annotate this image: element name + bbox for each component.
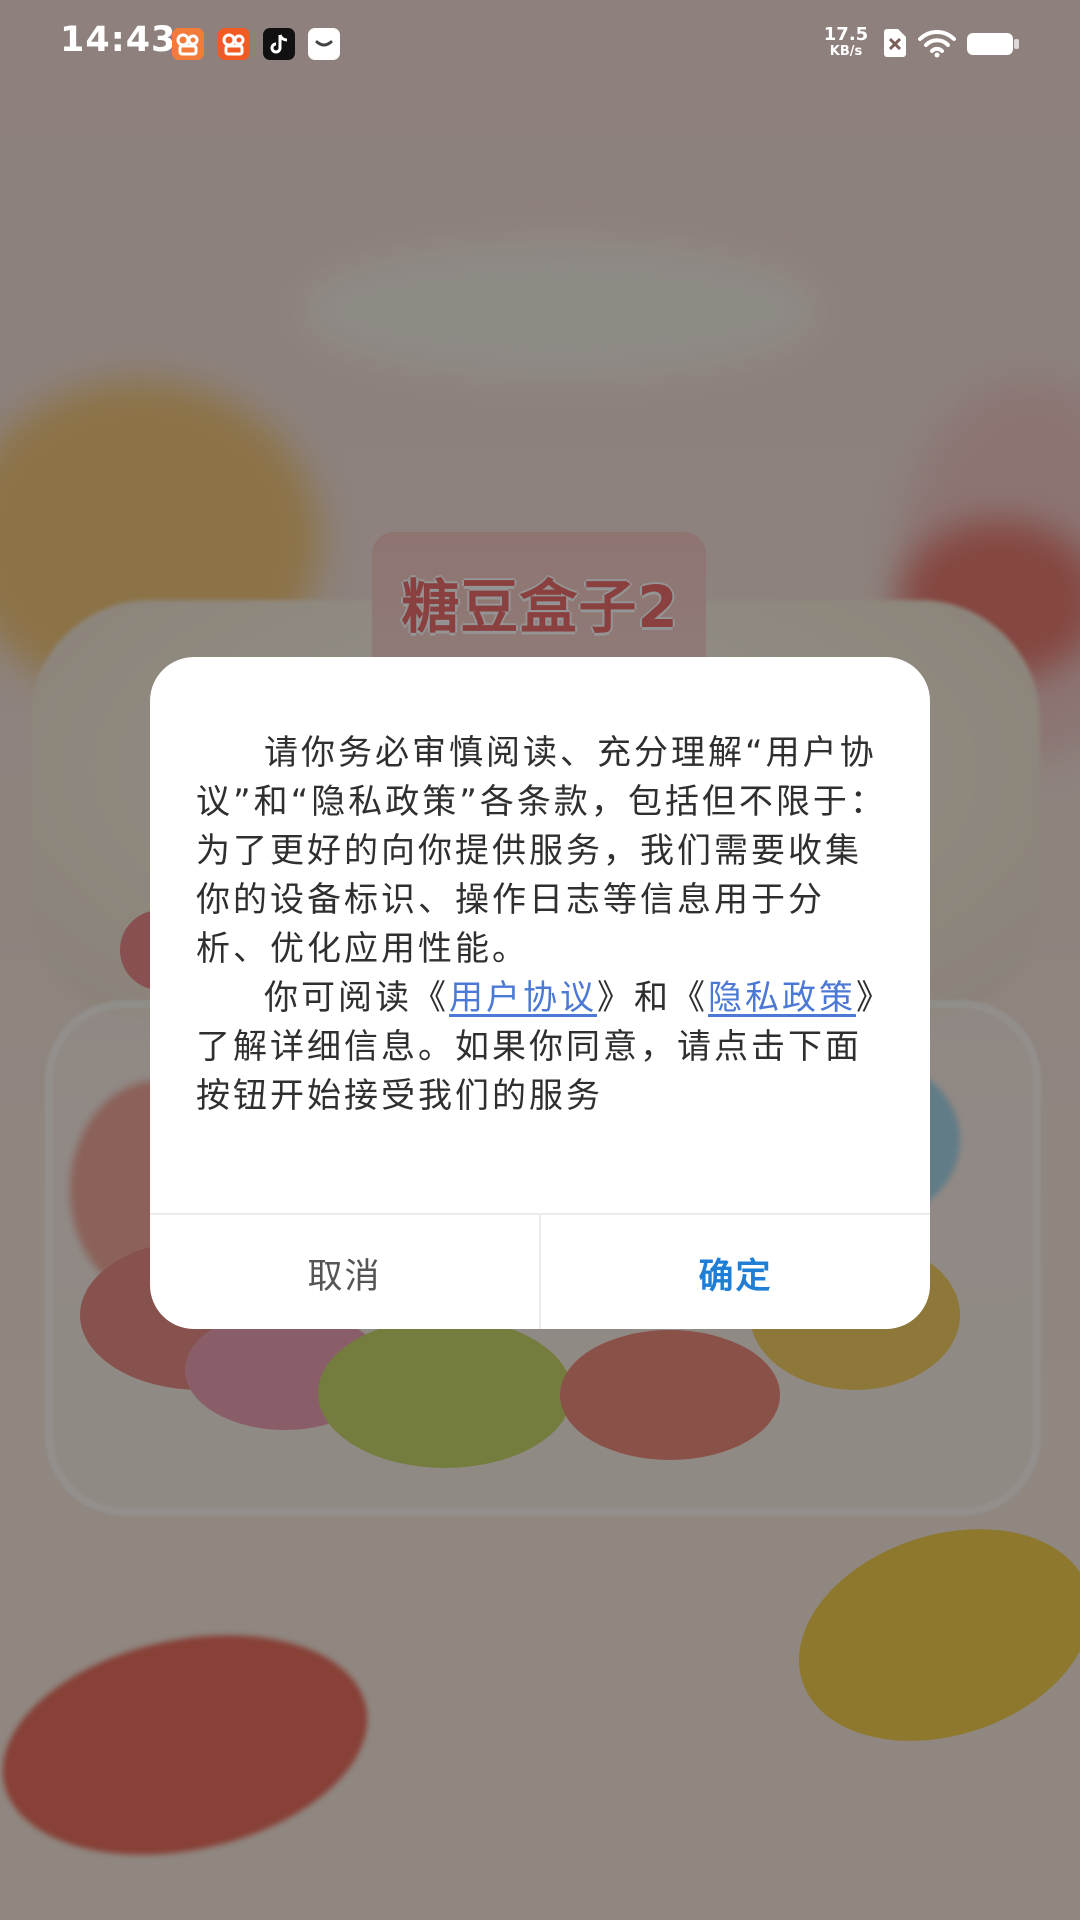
para2-prefix: 你可阅读《	[264, 978, 449, 1018]
privacy-dialog: 请你务必审慎阅读、充分理解“用户协议”和“隐私政策”各条款，包括但不限于：为了更…	[150, 657, 930, 1329]
dialog-paragraph-1: 请你务必审慎阅读、充分理解“用户协议”和“隐私政策”各条款，包括但不限于：为了更…	[196, 733, 887, 969]
network-speed: 17.5 KB/s	[822, 26, 870, 60]
confirm-button[interactable]: 确定	[541, 1215, 930, 1329]
net-speed-value: 17.5	[823, 24, 869, 45]
kuaishou-speed-icon	[218, 28, 250, 60]
battery-icon	[966, 32, 1020, 60]
tiktok-icon	[263, 28, 295, 60]
para2-mid: 》和《	[597, 978, 708, 1018]
user-agreement-link[interactable]: 用户协议	[449, 978, 597, 1018]
kuaishou-icon	[172, 28, 204, 60]
dialog-paragraph-2: 你可阅读《用户协议》和《隐私政策》了解详细信息。如果你同意，请点击下面按钮开始接…	[196, 974, 896, 1121]
status-time: 14:43	[60, 20, 177, 60]
no-sim-icon	[882, 28, 908, 62]
wifi-icon	[918, 29, 956, 62]
dialog-button-row: 取消 确定	[150, 1213, 930, 1329]
cancel-button[interactable]: 取消	[150, 1215, 541, 1329]
dialog-message: 请你务必审慎阅读、充分理解“用户协议”和“隐私政策”各条款，包括但不限于：为了更…	[196, 729, 896, 1121]
status-bar: 14:43 17.5 KB/s	[0, 0, 1080, 86]
privacy-policy-link[interactable]: 隐私政策	[708, 978, 856, 1018]
net-speed-unit: KB/s	[829, 44, 863, 59]
message-icon	[308, 28, 340, 60]
